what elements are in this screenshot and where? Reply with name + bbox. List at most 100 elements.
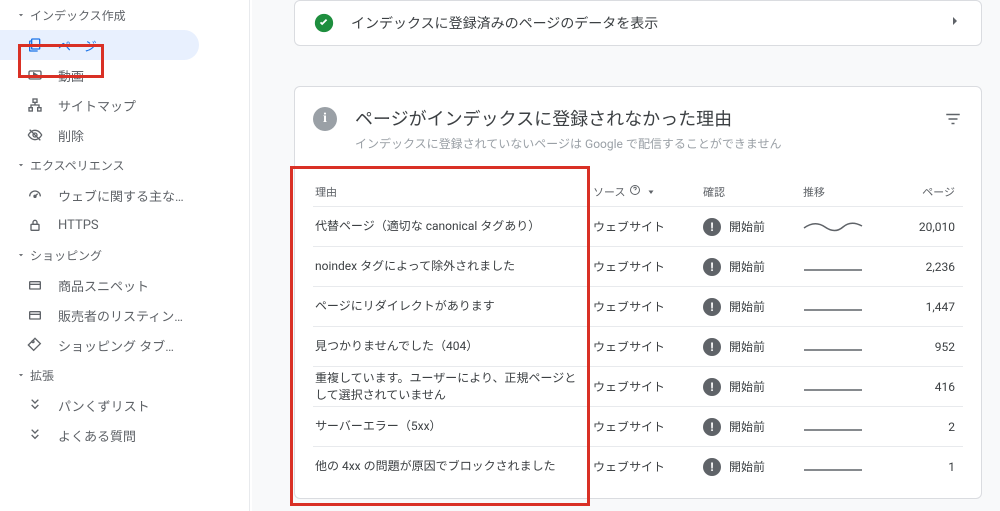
table-row[interactable]: サーバーエラー（5xx）ウェブサイト!開始前2 (313, 406, 963, 446)
cell-trend (803, 338, 883, 356)
video-icon (26, 66, 44, 84)
caret-down-icon (14, 370, 28, 380)
cell-source: ウェブサイト (593, 218, 703, 235)
cell-source: ウェブサイト (593, 418, 703, 435)
sidebar-section-header[interactable]: ショッピング (0, 240, 249, 270)
table-row[interactable]: 重複しています。ユーザーにより、正規ページとして選択されていませんウェブサイト!… (313, 366, 963, 406)
sidebar-item-breadcrumb[interactable]: パンくずリスト (0, 390, 199, 420)
price-icon (26, 336, 44, 354)
sidebar-item-mlist[interactable]: 販売者のリスティング (0, 300, 199, 330)
sidebar-item-label: ウェブに関する主な指標 (58, 186, 185, 205)
info-icon: i (313, 107, 337, 131)
cell-confirm: !開始前 (703, 218, 803, 236)
card-subtitle: インデックスに登録されていないページは Google で配信することができません (355, 135, 782, 152)
sidebar-item-label: 販売者のリスティング (58, 306, 185, 325)
sidebar-section-header[interactable]: 拡張 (0, 360, 249, 390)
hier-icon (26, 396, 44, 414)
cell-source: ウェブサイト (593, 338, 703, 355)
not-indexed-reasons-card: i ページがインデックスに登録されなかった理由 インデックスに登録されていないペ… (294, 86, 982, 499)
cell-reason: 他の 4xx の問題が原因でブロックされました (313, 458, 593, 475)
pages-icon (26, 36, 44, 54)
cell-reason: ページにリダイレクトがあります (313, 298, 593, 315)
sidebar-section-label: ショッピング (30, 247, 102, 264)
sidebar-item-https[interactable]: HTTPS (0, 210, 199, 240)
cell-reason: 見つかりませんでした（404） (313, 338, 593, 355)
cell-trend (803, 298, 883, 316)
cell-confirm: !開始前 (703, 418, 803, 436)
cell-source: ウェブサイト (593, 378, 703, 395)
sidebar-item-sitemaps[interactable]: サイトマップ (0, 90, 199, 120)
sidebar-section-header[interactable]: エクスペリエンス (0, 150, 249, 180)
sidebar-item-label: サイトマップ (58, 96, 136, 115)
cell-confirm: !開始前 (703, 378, 803, 396)
th-source[interactable]: ソース (593, 184, 703, 200)
lock-icon (26, 216, 44, 234)
sidebar-item-pages[interactable]: ページ (0, 30, 199, 60)
reasons-table: 理由 ソース 確認 推移 ページ 代替ページ（適切な canonical タグあ… (313, 178, 963, 486)
card-title: ページがインデックスに登録されなかった理由 (355, 105, 782, 131)
cell-source: ウェブサイト (593, 298, 703, 315)
caret-down-icon (14, 10, 28, 20)
chevron-right-icon (947, 13, 963, 33)
status-dot-icon: ! (703, 458, 721, 476)
table-row[interactable]: 代替ページ（適切な canonical タグあり）ウェブサイト!開始前 20,01… (313, 206, 963, 246)
indexed-pages-banner[interactable]: インデックスに登録済みのページのデータを表示 (294, 0, 982, 46)
caret-down-icon (14, 250, 28, 260)
speed-icon (26, 186, 44, 204)
table-row[interactable]: noindex タグによって除外されましたウェブサイト!開始前 2,236 (313, 246, 963, 286)
sidebar-item-label: 動画 (58, 66, 84, 85)
table-row[interactable]: 見つかりませんでした（404）ウェブサイト!開始前 952 (313, 326, 963, 366)
cell-trend (803, 218, 883, 236)
table-header-row: 理由 ソース 確認 推移 ページ (313, 178, 963, 206)
th-confirm[interactable]: 確認 (703, 184, 803, 200)
sidebar-item-label: HTTPS (58, 218, 99, 233)
status-dot-icon: ! (703, 258, 721, 276)
sidebar-section-header[interactable]: インデックス作成 (0, 0, 249, 30)
th-trend[interactable]: 推移 (803, 184, 883, 200)
cell-source: ウェブサイト (593, 258, 703, 275)
status-dot-icon: ! (703, 418, 721, 436)
sidebar-item-label: ショッピング タブのリス… (58, 336, 185, 355)
cell-confirm: !開始前 (703, 338, 803, 356)
cell-source: ウェブサイト (593, 458, 703, 475)
cell-reason: noindex タグによって除外されました (313, 258, 593, 275)
sidebar-item-removals[interactable]: 削除 (0, 120, 199, 150)
cell-trend (803, 418, 883, 436)
cell-confirm: !開始前 (703, 258, 803, 276)
sidebar-item-label: 商品スニペット (58, 276, 149, 295)
sort-desc-icon[interactable] (645, 184, 657, 199)
cell-reason: 重複しています。ユーザーにより、正規ページとして選択されていません (313, 370, 593, 404)
sidebar-item-label: 削除 (58, 126, 84, 145)
cell-trend (803, 378, 883, 396)
check-circle-icon (313, 12, 335, 34)
store-icon (26, 306, 44, 324)
cell-pages: 20,010 (883, 220, 955, 234)
cell-pages: 1,447 (883, 300, 955, 314)
table-row[interactable]: 他の 4xx の問題が原因でブロックされましたウェブサイト!開始前1 (313, 446, 963, 486)
sidebar-section-label: インデックス作成 (30, 7, 126, 24)
filter-button[interactable] (939, 105, 967, 133)
cell-reason: 代替ページ（適切な canonical タグあり） (313, 218, 593, 235)
main: インデックスに登録済みのページのデータを表示 i ページがインデックスに登録され… (252, 0, 1000, 511)
sidebar-section-label: エクスペリエンス (30, 157, 125, 174)
eye-off-icon (26, 126, 44, 144)
sidebar-item-label: パンくずリスト (58, 396, 150, 415)
table-row[interactable]: ページにリダイレクトがありますウェブサイト!開始前1,447 (313, 286, 963, 326)
indexed-pages-banner-text: インデックスに登録済みのページのデータを表示 (351, 13, 658, 33)
sidebar-item-cwv[interactable]: ウェブに関する主な指標 (0, 180, 199, 210)
cell-reason: サーバーエラー（5xx） (313, 418, 593, 435)
sidebar-item-snippets[interactable]: 商品スニペット (0, 270, 199, 300)
cell-pages: 2,236 (883, 260, 955, 274)
cell-pages: 1 (883, 460, 955, 474)
sidebar-item-faq[interactable]: よくある質問 (0, 420, 199, 450)
help-icon[interactable] (629, 184, 641, 199)
status-dot-icon: ! (703, 298, 721, 316)
hier-icon (26, 426, 44, 444)
cell-pages: 952 (883, 340, 955, 354)
sidebar-item-shoptab[interactable]: ショッピング タブのリス… (0, 330, 199, 360)
cell-pages: 416 (883, 380, 955, 394)
th-reason[interactable]: 理由 (313, 184, 593, 200)
status-dot-icon: ! (703, 338, 721, 356)
sidebar-item-videos[interactable]: 動画 (0, 60, 199, 90)
th-pages[interactable]: ページ (883, 184, 955, 200)
